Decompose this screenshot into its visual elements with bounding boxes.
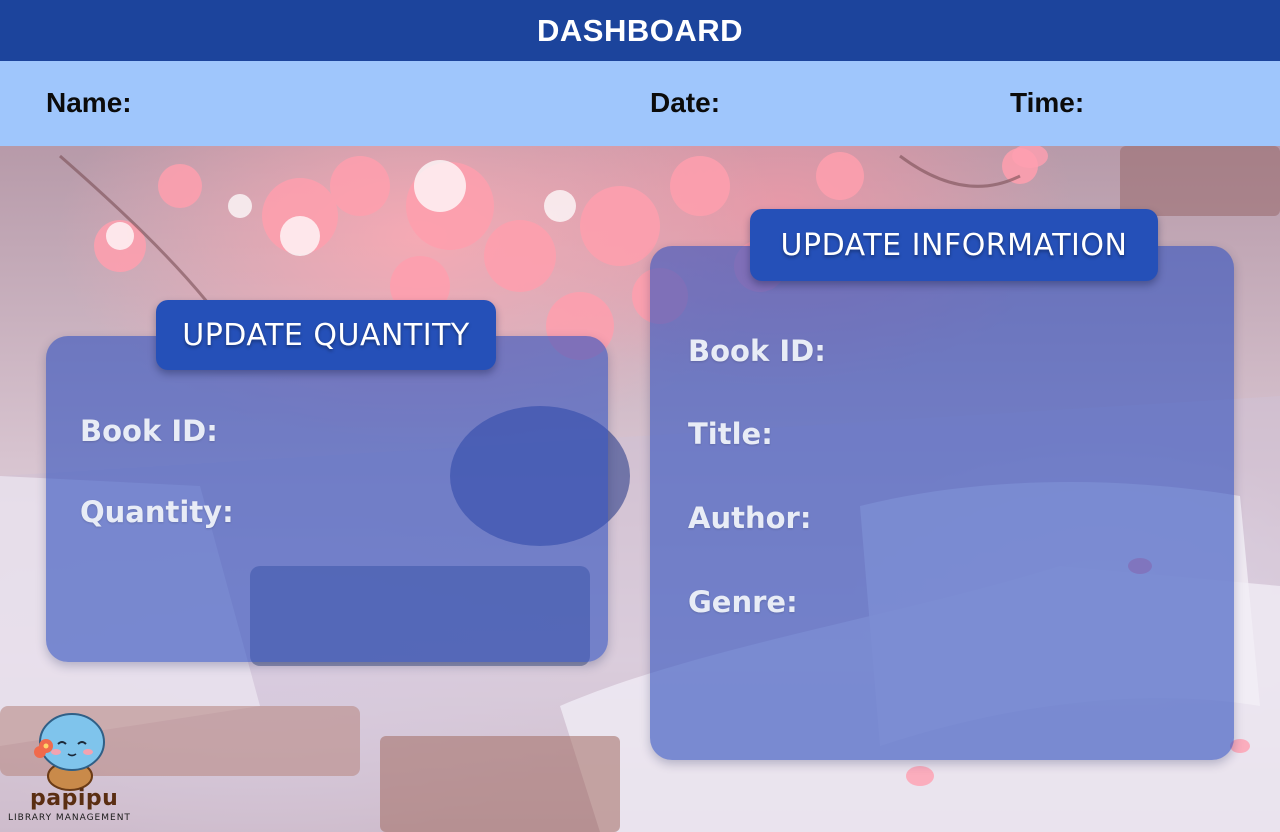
time-label: Time: [1010,87,1085,118]
update-information-button[interactable]: UPDATE INFORMATION [750,209,1158,281]
info-bar: Name: Date: Time: [0,61,1280,146]
quantity-label: Quantity: [80,495,234,529]
name-label: Name: [46,87,132,118]
info-book-id-label: Book ID: [688,334,826,368]
date-label: Date: [650,87,721,118]
author-label: Author: [688,501,812,535]
page-title: DASHBOARD [537,12,743,48]
mascot-icon [34,713,105,791]
header-bar: DASHBOARD [0,0,1280,61]
logo-tagline: LIBRARY MANAGEMENT [8,813,131,823]
quantity-book-id-label: Book ID: [80,414,218,448]
papipu-logo: papipu LIBRARY MANAGEMENT [6,704,146,828]
update-quantity-button[interactable]: UPDATE QUANTITY [156,300,496,370]
genre-label: Genre: [688,585,798,619]
title-label: Title: [688,417,773,451]
logo-wordmark: papipu [30,786,119,811]
